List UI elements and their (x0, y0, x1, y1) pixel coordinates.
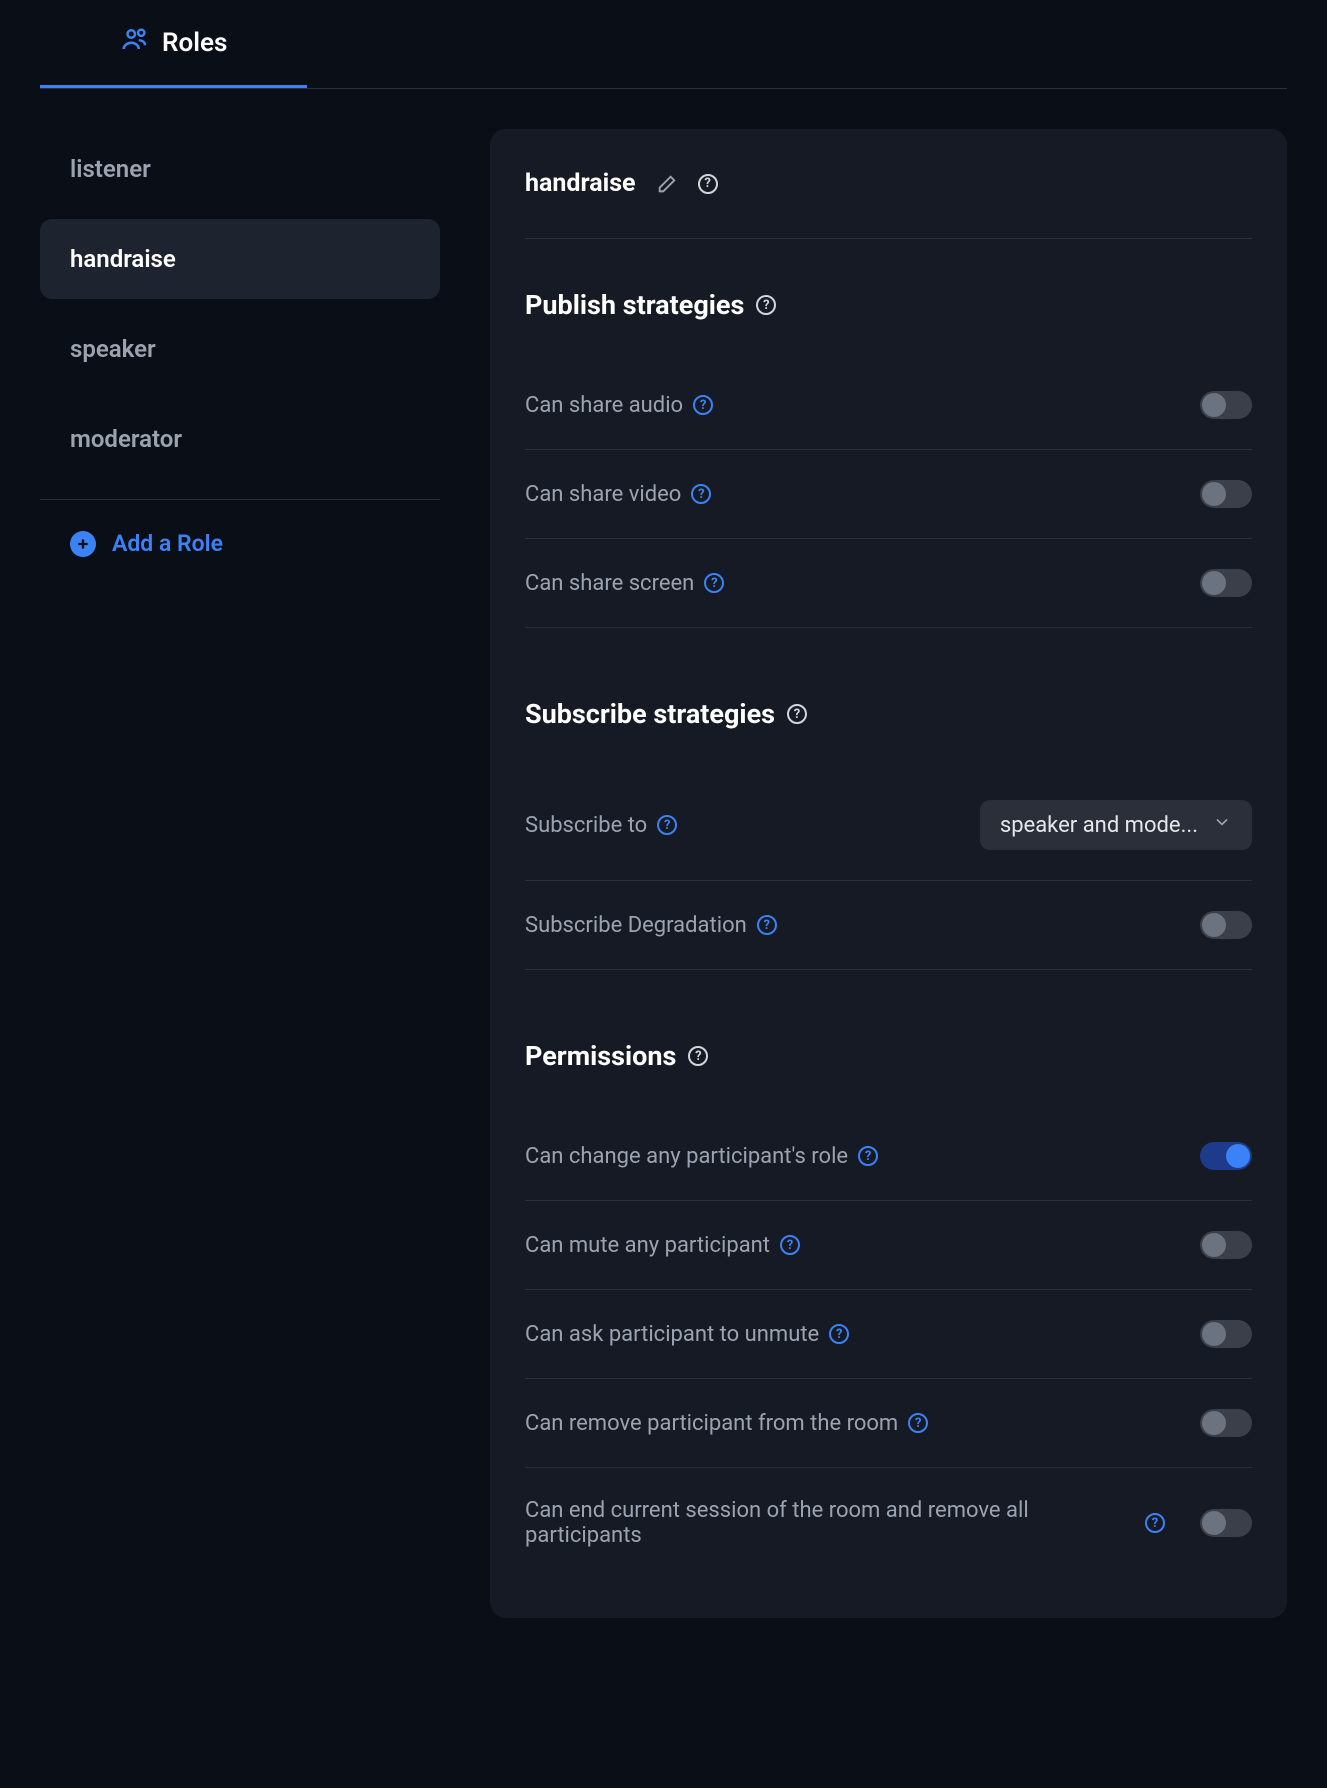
row-mute-participant: Can mute any participant ? (525, 1201, 1252, 1290)
toggle-subscribe-degradation[interactable] (1200, 911, 1252, 939)
toggle-mute-participant[interactable] (1200, 1231, 1252, 1259)
role-detail-panel: handraise ? Publish strategies ? Can sha… (490, 129, 1287, 1618)
row-can-share-video: Can share video ? (525, 450, 1252, 539)
help-icon[interactable]: ? (1145, 1513, 1165, 1533)
help-icon[interactable]: ? (688, 1046, 708, 1066)
help-icon[interactable]: ? (657, 815, 677, 835)
help-icon[interactable]: ? (757, 915, 777, 935)
subscribe-to-dropdown[interactable]: speaker and mode... (980, 800, 1252, 850)
row-ask-unmute: Can ask participant to unmute ? (525, 1290, 1252, 1379)
help-icon[interactable]: ? (698, 174, 718, 194)
row-can-share-audio: Can share audio ? (525, 361, 1252, 450)
edit-icon[interactable] (656, 173, 678, 195)
sidebar-role-handraise[interactable]: handraise (40, 219, 440, 299)
toggle-can-share-audio[interactable] (1200, 391, 1252, 419)
role-name: handraise (525, 169, 636, 198)
row-subscribe-degradation: Subscribe Degradation ? (525, 881, 1252, 970)
tab-roles[interactable]: Roles (40, 0, 307, 88)
row-remove-participant: Can remove participant from the room ? (525, 1379, 1252, 1468)
tabs: Roles (40, 0, 1287, 89)
help-icon[interactable]: ? (787, 704, 807, 724)
help-icon[interactable]: ? (691, 484, 711, 504)
help-icon[interactable]: ? (756, 295, 776, 315)
toggle-remove-participant[interactable] (1200, 1409, 1252, 1437)
sidebar-role-speaker[interactable]: speaker (40, 309, 440, 389)
help-icon[interactable]: ? (693, 395, 713, 415)
toggle-ask-unmute[interactable] (1200, 1320, 1252, 1348)
people-icon (120, 24, 150, 61)
toggle-end-session[interactable] (1200, 1509, 1252, 1537)
plus-icon (70, 531, 96, 557)
help-icon[interactable]: ? (780, 1235, 800, 1255)
sidebar-role-moderator[interactable]: moderator (40, 399, 440, 479)
row-subscribe-to: Subscribe to ? speaker and mode... (525, 770, 1252, 881)
row-can-share-screen: Can share screen ? (525, 539, 1252, 628)
section-permissions-title: Permissions ? (525, 1040, 1252, 1072)
help-icon[interactable]: ? (829, 1324, 849, 1344)
sidebar-role-listener[interactable]: listener (40, 129, 440, 209)
chevron-down-icon (1212, 812, 1232, 838)
role-list-sidebar: listener handraise speaker moderator Add… (40, 129, 440, 1618)
row-end-session: Can end current session of the room and … (525, 1468, 1252, 1578)
help-icon[interactable]: ? (908, 1413, 928, 1433)
row-change-role: Can change any participant's role ? (525, 1112, 1252, 1201)
toggle-can-share-video[interactable] (1200, 480, 1252, 508)
toggle-change-role[interactable] (1200, 1142, 1252, 1170)
divider (40, 499, 440, 500)
section-subscribe-title: Subscribe strategies ? (525, 698, 1252, 730)
section-publish-title: Publish strategies ? (525, 289, 1252, 321)
add-role-button[interactable]: Add a Role (40, 530, 440, 557)
role-header: handraise ? (525, 169, 1252, 239)
help-icon[interactable]: ? (704, 573, 724, 593)
toggle-can-share-screen[interactable] (1200, 569, 1252, 597)
tab-label: Roles (162, 28, 227, 58)
help-icon[interactable]: ? (858, 1146, 878, 1166)
